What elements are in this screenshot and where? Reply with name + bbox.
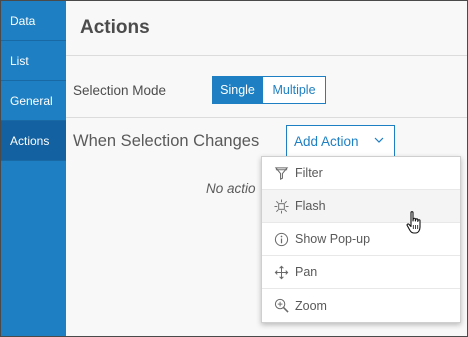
filter-icon: [274, 166, 289, 180]
sidebar-item-actions[interactable]: Actions: [1, 121, 66, 161]
app-window: Data List General Actions Actions Select…: [0, 0, 468, 337]
single-mode-button[interactable]: Single: [212, 76, 263, 104]
selection-mode-label: Selection Mode: [73, 82, 167, 98]
add-action-dropdown: Filter Flash Show Pop-up Pan Zoom: [261, 156, 461, 323]
sidebar-item-label: Data: [10, 13, 36, 28]
section-divider: [66, 117, 467, 118]
sidebar-item-data[interactable]: Data: [1, 1, 66, 41]
when-selection-row: When Selection Changes: [73, 125, 467, 157]
menu-item-filter[interactable]: Filter: [262, 157, 460, 190]
sidebar-item-general[interactable]: General: [1, 81, 66, 121]
menu-item-label: Show Pop-up: [295, 232, 371, 246]
zoom-icon: [274, 298, 289, 313]
pan-icon: [274, 265, 289, 279]
sidebar-item-label: Actions: [10, 133, 50, 148]
when-selection-changes-label: When Selection Changes: [73, 131, 260, 150]
page-title: Actions: [80, 17, 150, 38]
menu-item-flash[interactable]: Flash: [262, 190, 460, 223]
selection-mode-row: Selection Mode Single Multiple: [73, 76, 467, 104]
sidebar-item-list[interactable]: List: [1, 41, 66, 81]
menu-item-show-popup[interactable]: Show Pop-up: [262, 223, 460, 256]
selection-mode-toggle: Single Multiple: [212, 76, 326, 104]
add-action-label: Add Action: [294, 133, 359, 149]
menu-item-label: Flash: [295, 199, 326, 213]
multiple-mode-button[interactable]: Multiple: [263, 76, 326, 104]
sidebar-item-label: List: [10, 53, 29, 68]
menu-item-pan[interactable]: Pan: [262, 256, 460, 289]
menu-item-label: Pan: [295, 265, 318, 279]
flash-icon: [274, 198, 289, 214]
sidebar-item-label: General: [10, 93, 53, 108]
chevron-down-icon: [374, 137, 384, 143]
hand-pointer-cursor-icon: [406, 211, 421, 234]
sidebar: Data List General Actions: [1, 1, 66, 336]
menu-item-label: Filter: [295, 166, 323, 180]
panel-header: Actions: [66, 1, 467, 56]
menu-item-zoom[interactable]: Zoom: [262, 289, 460, 322]
add-action-button[interactable]: Add Action: [286, 125, 395, 157]
empty-actions-text: No actio: [206, 181, 256, 196]
info-icon: [274, 232, 289, 246]
menu-item-label: Zoom: [295, 298, 327, 313]
